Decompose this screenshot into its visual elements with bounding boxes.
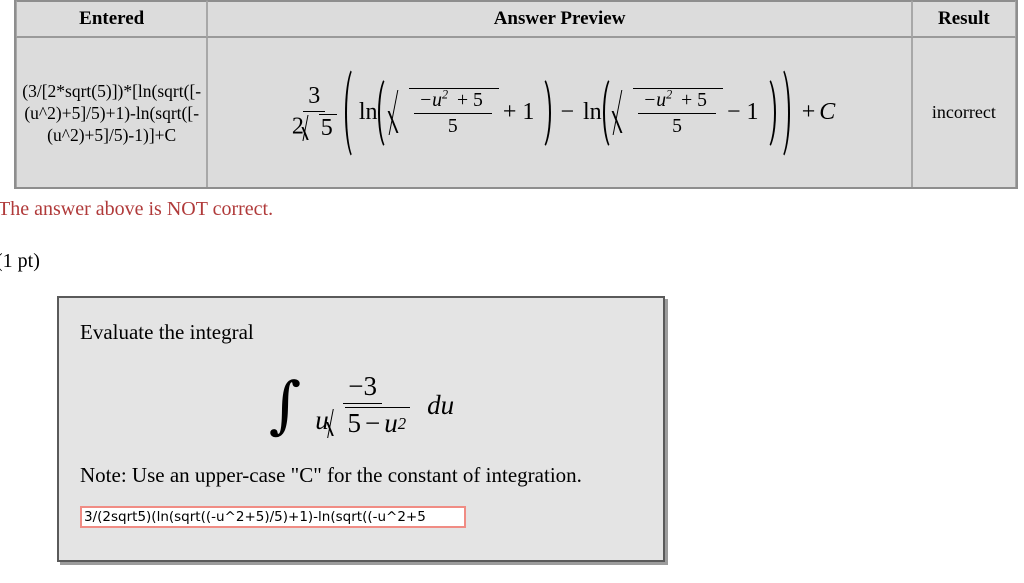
integral-sign-icon: ∫ bbox=[268, 368, 302, 441]
inner-fraction-second: −u2 + 5 5 bbox=[638, 87, 717, 137]
point-value-label: (1 pt) bbox=[0, 250, 40, 272]
column-header-answer-preview: Answer Preview bbox=[207, 0, 912, 38]
denominator-sqrt-radicand: 5− u 2 bbox=[345, 407, 411, 439]
inner-fraction-second-numerator: −u2 + 5 bbox=[638, 87, 717, 114]
table-row: (3/[2*sqrt(5)])*[ln(sqrt([-(u^2)+5]/5)+1… bbox=[16, 38, 1016, 187]
sqrt-expression-second: −u2 + 5 5 bbox=[616, 87, 724, 137]
plus-five-second: + 5 bbox=[681, 89, 708, 112]
integration-constant: C bbox=[819, 99, 836, 125]
inner-fraction-first-numerator: −u2 + 5 bbox=[413, 87, 492, 114]
entered-answer-cell: (3/[2*sqrt(5)])*[ln(sqrt([-(u^2)+5]/5)+1… bbox=[16, 38, 208, 187]
sqrt-first-radicand: −u2 + 5 5 bbox=[408, 87, 499, 137]
radicand-u: u bbox=[384, 408, 398, 439]
ln-second-argument: −u2 + 5 5 − 1 bbox=[613, 75, 766, 151]
neg-u-first: −u bbox=[418, 89, 442, 112]
neg-u-second: −u bbox=[643, 89, 667, 112]
answer-feedback-message: The answer above is NOT correct. bbox=[0, 198, 274, 220]
sqrt-five: 5 bbox=[304, 113, 337, 142]
integral-formula: ∫ −3 u 5− u 2 du bbox=[268, 368, 455, 441]
outer-paren-group: ln −u2 + 5 5 + 1 − ln −u2 + 5 5 − 1 bbox=[344, 64, 790, 161]
coefficient-denominator-two: 2 bbox=[291, 112, 304, 139]
radical-sign-icon bbox=[329, 407, 346, 438]
sqrt-five-radicand: 5 bbox=[318, 113, 337, 142]
close-paren-ln-first-icon bbox=[541, 74, 552, 151]
denominator-u: u bbox=[315, 405, 329, 436]
inner-fraction-first-denominator: 5 bbox=[447, 114, 458, 137]
integral-display: ∫ −3 u 5− u 2 du bbox=[80, 359, 643, 451]
column-header-result: Result bbox=[911, 0, 1016, 38]
answer-result-table: Entered Answer Preview Result (3/[2*sqrt… bbox=[14, 0, 1018, 189]
inner-fraction-second-denominator: 5 bbox=[672, 114, 682, 137]
ln-first-arg-group: −u2 + 5 5 + 1 bbox=[378, 74, 552, 151]
coefficient-fraction: 3 25 bbox=[287, 83, 342, 142]
sqrt-second-radicand: −u2 + 5 5 bbox=[633, 87, 724, 137]
inner-fraction-first: −u2 + 5 5 bbox=[413, 87, 492, 137]
open-paren-outer-icon bbox=[344, 64, 355, 161]
column-header-entered: Entered bbox=[16, 0, 208, 38]
ln-second-arg-group: −u2 + 5 5 − 1 bbox=[602, 74, 776, 151]
problem-note: Note: Use an upper-case "C" for the cons… bbox=[80, 463, 582, 488]
problem-inner-content: Evaluate the integral ∫ −3 u 5− u 2 du Note… bbox=[59, 298, 663, 560]
radicand-five: 5 bbox=[347, 408, 361, 439]
answer-result-table-container: Entered Answer Preview Result (3/[2*sqrt… bbox=[14, 0, 1018, 189]
coefficient-numerator: 3 bbox=[303, 83, 326, 112]
answer-preview-cell: 3 25 ln −u2 + 5 5 + 1 − ln −u2 + 5 5 − 1… bbox=[207, 38, 912, 187]
integrand-fraction: −3 u 5− u 2 bbox=[310, 371, 415, 439]
integrand-numerator: −3 bbox=[343, 371, 383, 405]
radical-sign-icon bbox=[616, 88, 633, 137]
ln-second: ln bbox=[583, 99, 602, 125]
integrand-denominator: u 5− u 2 bbox=[310, 404, 415, 438]
table-header-row: Entered Answer Preview Result bbox=[16, 0, 1016, 38]
result-status-cell: incorrect bbox=[911, 38, 1016, 187]
ln-first-argument: −u2 + 5 5 + 1 bbox=[389, 75, 542, 151]
radical-sign-icon bbox=[304, 114, 319, 142]
outer-paren-contents: ln −u2 + 5 5 + 1 − ln −u2 + 5 5 − 1 bbox=[355, 65, 780, 161]
answer-preview-formula: 3 25 ln −u2 + 5 5 + 1 − ln −u2 + 5 5 − 1… bbox=[284, 64, 836, 161]
open-paren-ln-first-icon bbox=[378, 74, 388, 151]
differential-du: du bbox=[427, 389, 455, 420]
plus-operator-constant: + bbox=[801, 99, 816, 125]
close-paren-outer-icon bbox=[780, 64, 790, 161]
radical-sign-icon bbox=[392, 88, 409, 137]
coefficient-denominator: 25 bbox=[287, 112, 342, 142]
plus-five-first: + 5 bbox=[456, 89, 483, 112]
u-exponent-second: 2 bbox=[666, 87, 673, 102]
problem-statement-box: Evaluate the integral ∫ −3 u 5− u 2 du Note… bbox=[57, 296, 665, 562]
problem-prompt: Evaluate the integral bbox=[80, 320, 254, 344]
radicand-minus: − bbox=[364, 408, 381, 439]
u-exponent-first: 2 bbox=[441, 87, 449, 102]
answer-input[interactable]: 3/(2sqrt5)(ln(sqrt((-u^2+5)/5)+1)-ln(sqr… bbox=[80, 506, 466, 529]
denominator-sqrt: 5− u 2 bbox=[329, 407, 411, 439]
sqrt-expression-first: −u2 + 5 5 bbox=[392, 88, 499, 137]
minus-between-logs: − bbox=[560, 99, 574, 125]
